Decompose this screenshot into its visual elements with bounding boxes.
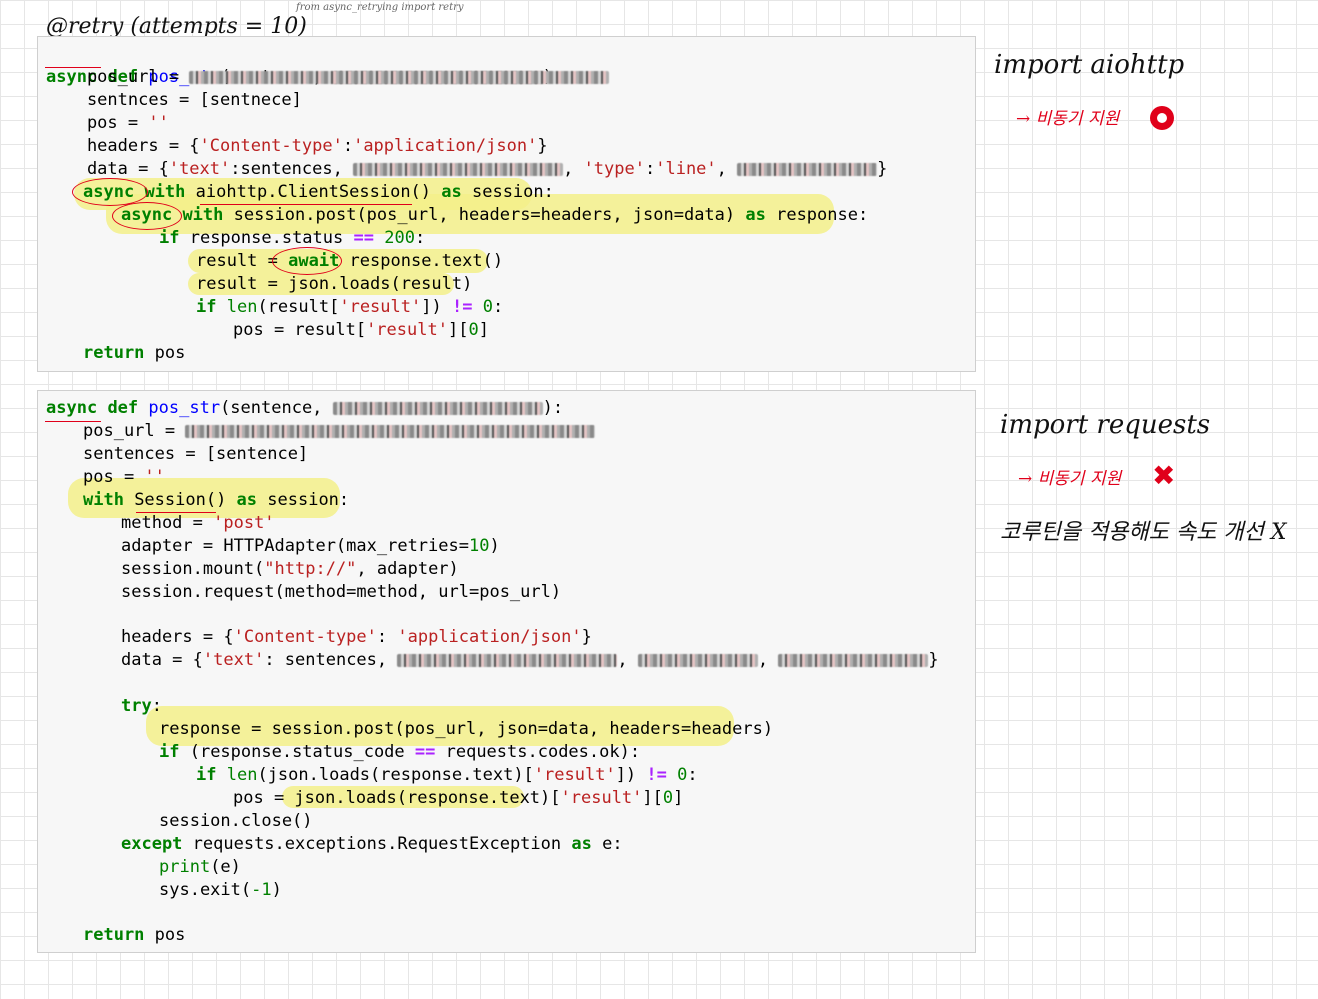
x-mark-icon: ✖ [1152,459,1176,492]
code-line: sys.exit(-1) [159,880,282,900]
code-line: return pos [83,343,186,363]
code-line: print(e) [159,857,241,877]
code-line: result = await response.text() [196,251,504,271]
code-line: return pos [83,925,186,945]
code-line: headers = {'Content-type': 'application/… [121,627,592,647]
code-line: if (response.status_code == requests.cod… [159,742,641,762]
code-line: response = session.post(pos_url, json=da… [159,719,774,739]
async-support-note: → 비동기 지원 [1016,109,1120,129]
code-line: if len(result['result']) != 0: [196,297,504,317]
code-line: pos = result['result'][0] [233,320,489,340]
code-line: pos_url = [83,420,596,443]
code-line: with Session() as session: [83,490,350,510]
circle-await [272,247,342,275]
underline-client-session [200,204,412,205]
code-line: data = {'text':sentences, , 'type':'line… [46,159,888,179]
underline-session [136,512,216,513]
code-line: session.request(method=method, url=pos_u… [121,582,562,602]
code-line: pos_url = [46,66,610,89]
code-line: pos = '' [46,113,169,133]
requests-note: import requests [1000,410,1211,440]
code-line: method = 'post' [121,513,275,533]
code-line: session.mount("http://", adapter) [121,559,459,579]
code-line: async with session.post(pos_url, headers… [121,205,869,225]
code-line: adapter = HTTPAdapter(max_retries=10) [121,536,500,556]
redacted-key [778,653,929,667]
circle-async-2 [112,202,182,230]
code-line: async def pos_str(sentence, ): [46,398,564,418]
code-line: if response.status == 200: [159,228,426,248]
code-line: sentnces = [sentnece] [46,90,302,110]
async-support-note-2: → 비동기 지원 [1018,469,1122,489]
redacted-key [737,162,878,176]
code-line: except requests.exceptions.RequestExcept… [121,834,623,854]
underline-async-2 [45,421,101,422]
underline-async [45,67,101,68]
coroutine-note: 코루틴을 적용해도 속도 개선 X [1000,520,1287,545]
code-line: headers = {'Content-type':'application/j… [46,136,548,156]
code-line: if len(json.loads(response.text)['result… [196,765,698,785]
code-line: try: [121,696,162,716]
redacted-param [332,401,543,415]
redacted-url [189,70,610,84]
redacted-key [637,653,758,667]
code-line: pos = '' [83,467,165,487]
aiohttp-note: import aiohttp [994,50,1185,80]
code-line: result = json.loads(result) [196,274,473,294]
from-import-note: from async_retrying import retry [296,2,464,13]
code-line: pos = json.loads(response.text)['result'… [233,788,684,808]
circle-mark-icon [1150,106,1174,130]
code-line: data = {'text': sentences, , , } [121,650,939,670]
code-line: async with aiohttp.ClientSession() as se… [83,182,554,202]
redacted-key [353,162,564,176]
code-line: session.close() [159,811,313,831]
code-line: sentences = [sentence] [83,444,309,464]
redacted-key [397,653,618,667]
redacted-url [185,424,596,438]
